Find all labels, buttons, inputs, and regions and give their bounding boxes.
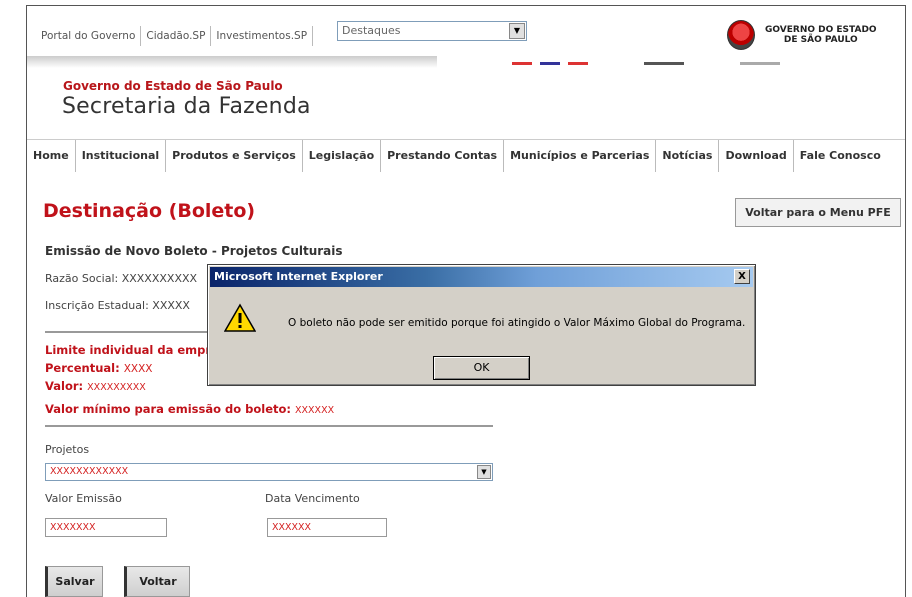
valor-minimo-line: Valor mínimo para emissão do boleto: XXX… [45, 402, 334, 416]
back-to-menu-button[interactable]: Voltar para o Menu PFE [735, 198, 901, 227]
ok-button[interactable]: OK [433, 356, 530, 380]
inscricao-line: Inscrição Estadual: XXXXX [45, 299, 190, 312]
valor-minimo-label: Valor mínimo para emissão do boleto: [45, 402, 292, 416]
header-title: Secretaria da Fazenda [62, 94, 311, 119]
valor-emissao-label: Valor Emissão [45, 492, 122, 505]
color-stripes [512, 62, 892, 68]
nav-item-home[interactable]: Home [27, 139, 76, 172]
header-gov-name: Governo do Estado de São Paulo [63, 79, 283, 93]
dialog-message: O boleto não pode ser emitido porque foi… [288, 317, 746, 329]
gov-logo[interactable]: GOVERNO DO ESTADO DE SÃO PAULO [727, 20, 877, 50]
nav-item-institucional[interactable]: Institucional [76, 139, 167, 172]
valor-value: XXXXXXXXX [87, 382, 146, 393]
portal-link-cidadao[interactable]: Cidadão.SP [146, 30, 205, 42]
portal-link-governo[interactable]: Portal do Governo [41, 30, 135, 42]
nav-item-legislacao[interactable]: Legislação [303, 139, 382, 172]
portal-bar: Portal do Governo Cidadão.SP Investiment… [27, 6, 905, 58]
separator [312, 26, 314, 46]
nav-item-download[interactable]: Download [719, 139, 794, 172]
page-subtitle: Emissão de Novo Boleto - Projetos Cultur… [45, 244, 343, 258]
gov-logo-line1: GOVERNO DO ESTADO [765, 25, 877, 35]
main-nav: Home Institucional Produtos e Serviços L… [27, 139, 905, 172]
projetos-select[interactable]: XXXXXXXXXXXX ▼ [45, 463, 493, 481]
nav-item-municipios[interactable]: Municípios e Parcerias [504, 139, 657, 172]
close-button[interactable]: X [734, 269, 750, 284]
chevron-down-icon[interactable]: ▼ [477, 465, 491, 479]
nav-item-prestando-contas[interactable]: Prestando Contas [381, 139, 505, 172]
razao-social-label: Razão Social: [45, 272, 119, 285]
gov-logo-text: GOVERNO DO ESTADO DE SÃO PAULO [765, 25, 877, 45]
portal-underline [27, 56, 437, 68]
chevron-down-icon[interactable]: ▼ [509, 23, 525, 39]
warning-icon [224, 303, 256, 332]
razao-social-value: XXXXXXXXXX [121, 272, 198, 285]
data-vencimento-label: Data Vencimento [265, 492, 360, 505]
percentual-value: XXXX [123, 363, 153, 375]
save-button[interactable]: Salvar [45, 566, 103, 597]
projetos-label: Projetos [45, 443, 90, 456]
destaques-select[interactable]: Destaques ▼ [337, 21, 527, 41]
valor-emissao-input[interactable]: XXXXXXX [45, 518, 167, 537]
nav-item-produtos[interactable]: Produtos e Serviços [166, 139, 303, 172]
dialog-title-bar[interactable]: Microsoft Internet Explorer X [210, 267, 753, 287]
percentual-label: Percentual: [45, 361, 120, 375]
sp-seal-icon [727, 20, 755, 50]
nav-item-noticias[interactable]: Notícias [656, 139, 720, 172]
separator [210, 26, 212, 46]
projetos-select-value: XXXXXXXXXXXX [50, 466, 129, 477]
dialog-title: Microsoft Internet Explorer [214, 270, 383, 283]
divider [45, 425, 493, 427]
inscricao-label: Inscrição Estadual: [45, 299, 149, 312]
back-button[interactable]: Voltar [124, 566, 190, 597]
nav-item-fale-conosco[interactable]: Fale Conosco [794, 140, 887, 172]
valor-line: Valor: XXXXXXXXX [45, 379, 146, 393]
page-title: Destinação (Boleto) [43, 200, 256, 222]
data-vencimento-input[interactable]: XXXXXX [267, 518, 387, 537]
valor-label: Valor: [45, 379, 84, 393]
portal-links: Portal do Governo Cidadão.SP Investiment… [41, 26, 318, 46]
destaques-select-value: Destaques [342, 24, 401, 37]
alert-dialog: Microsoft Internet Explorer X O boleto n… [207, 264, 756, 386]
razao-social-line: Razão Social: XXXXXXXXXX [45, 272, 197, 285]
percentual-line: Percentual: XXXX [45, 361, 153, 375]
valor-minimo-value: XXXXXX [295, 405, 335, 416]
gov-logo-line2: DE SÃO PAULO [783, 35, 858, 45]
limite-label: Limite individual da empre [45, 343, 219, 357]
separator [140, 26, 142, 46]
portal-link-investimentos[interactable]: Investimentos.SP [216, 30, 307, 42]
inscricao-value: XXXXX [152, 299, 190, 312]
